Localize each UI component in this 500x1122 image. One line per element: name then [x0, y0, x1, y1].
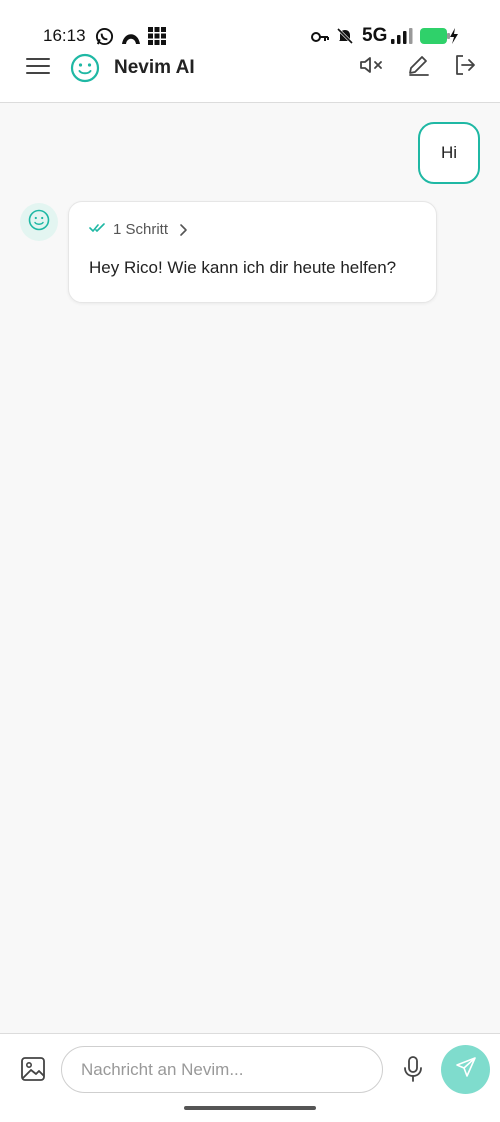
menu-button[interactable] [19, 50, 57, 86]
vpn-key-icon [311, 30, 329, 48]
microphone-icon [402, 1055, 424, 1088]
double-check-icon [89, 221, 107, 238]
attach-image-button[interactable] [16, 1054, 50, 1088]
assistant-message: 1 Schritt Hey Rico! Wie kann ich dir heu… [68, 201, 437, 303]
smiley-logo-icon [70, 53, 100, 88]
app-bar: Nevim AI [0, 50, 500, 103]
message-input[interactable] [61, 1046, 383, 1093]
new-chat-button[interactable] [403, 50, 433, 84]
menu-icon [26, 57, 50, 80]
signal-icon [391, 28, 413, 49]
logout-icon [453, 53, 477, 82]
steps-toggle[interactable]: 1 Schritt [89, 221, 188, 238]
speaker-muted-icon [359, 55, 385, 80]
chevron-right-icon [178, 223, 188, 237]
chat-area[interactable]: Hi 1 Schritt Hey Rico! Wie kann ich dir … [0, 103, 500, 1033]
mute-toggle-button[interactable] [356, 50, 388, 84]
app-icon [121, 27, 141, 50]
image-icon [20, 1056, 46, 1087]
voice-input-button[interactable] [398, 1054, 428, 1088]
bot-avatar [20, 203, 58, 241]
logout-button[interactable] [450, 50, 480, 84]
mute-icon [336, 27, 354, 50]
steps-label: 1 Schritt [113, 221, 169, 238]
status-time: 16:13 [43, 26, 86, 45]
whatsapp-icon [95, 27, 114, 51]
smiley-avatar-icon [27, 208, 51, 237]
composer-bar [0, 1033, 500, 1122]
network-type: 5G [362, 25, 388, 46]
app-title: Nevim AI [114, 57, 195, 78]
send-button[interactable] [441, 1045, 490, 1094]
edit-icon [406, 53, 430, 82]
user-message: Hi [418, 122, 480, 184]
battery-icon [419, 27, 459, 50]
assistant-message-text: Hey Rico! Wie kann ich dir heute helfen? [89, 258, 397, 277]
send-icon [455, 1056, 477, 1083]
home-indicator[interactable] [184, 1106, 316, 1110]
grid-icon [148, 27, 166, 50]
status-bar: 16:13 5G [0, 0, 500, 50]
